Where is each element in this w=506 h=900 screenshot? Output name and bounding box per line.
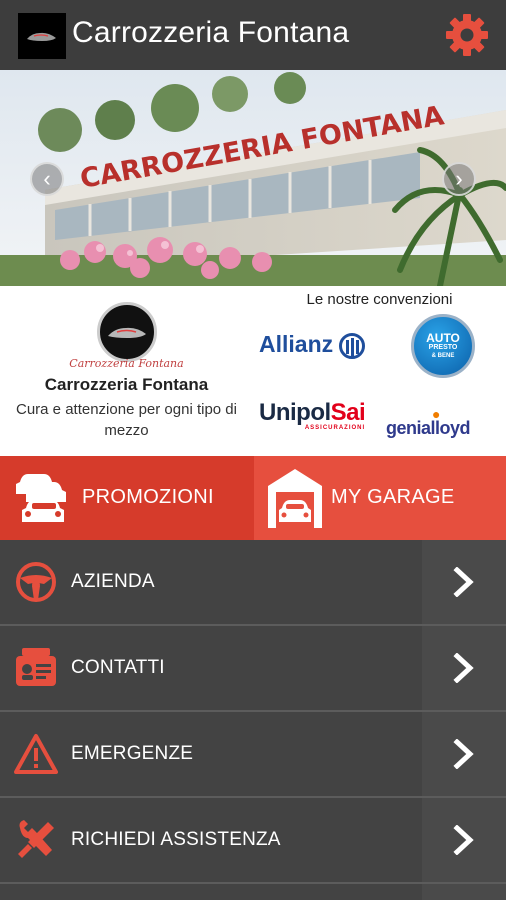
car-logo-icon xyxy=(108,327,146,338)
warning-icon xyxy=(14,734,58,774)
partners-card: Le nostre convenzioni Allianz AUTO PREST… xyxy=(253,286,506,456)
building-photo: CARROZZERIA FONTANA xyxy=(0,70,506,286)
chevron-right-icon xyxy=(453,567,474,597)
menu-item-arrow[interactable] xyxy=(422,798,506,882)
menu-item-label: RICHIEDI ASSISTENZA xyxy=(71,829,281,850)
menu-item-arrow[interactable] xyxy=(422,626,506,710)
menu-item-label: EMERGENZE xyxy=(71,743,194,764)
allianz-logo: Allianz xyxy=(259,331,366,359)
menu-item-arrow[interactable] xyxy=(422,712,506,796)
company-logo xyxy=(97,302,157,362)
menu-item-azienda[interactable]: AZIENDA xyxy=(0,540,506,626)
car-logo-icon xyxy=(27,32,56,41)
partners-title: Le nostre convenzioni xyxy=(306,291,453,308)
menu-item-arrow[interactable] xyxy=(422,884,506,900)
unipolsai-logo: UnipolSai ASSICURAZIONI xyxy=(259,399,366,431)
info-section: Carrozzeria Fontana Carrozzeria Fontana … xyxy=(0,286,506,456)
menu-item-more[interactable] xyxy=(0,884,506,900)
chevron-right-icon xyxy=(453,825,474,855)
settings-button[interactable] xyxy=(442,10,492,60)
allianz-mark-icon xyxy=(339,332,366,359)
chevron-right-icon xyxy=(453,653,474,683)
my-garage-tile[interactable]: MY GARAGE xyxy=(254,456,506,540)
page-title: Carrozzeria Fontana xyxy=(72,16,350,49)
app-header: Carrozzeria Fontana xyxy=(0,0,506,70)
genialloyd-logo: ● genialloyd xyxy=(386,406,471,438)
chevron-right-icon: › xyxy=(455,166,463,191)
company-card: Carrozzeria Fontana Carrozzeria Fontana … xyxy=(0,286,253,456)
hero-carousel[interactable]: CARROZZERIA FONTANA ‹ › xyxy=(0,70,506,286)
company-name: Carrozzeria Fontana xyxy=(44,375,209,394)
gear-icon xyxy=(446,14,488,56)
menu-item-arrow[interactable] xyxy=(422,540,506,624)
auto-presto-bene-logo: AUTO PRESTO & BENE xyxy=(411,314,475,378)
app-root: Carrozzeria Fontana CARROZZERIA FONTANA … xyxy=(0,0,506,900)
menu-item-label: AZIENDA xyxy=(71,571,155,592)
company-script-name: Carrozzeria Fontana xyxy=(69,357,184,370)
chevron-left-icon: ‹ xyxy=(43,166,51,191)
company-tagline: Cura e attenzione per ogni tipo di mezzo xyxy=(16,401,237,439)
menu-item-richiedi-assistenza[interactable]: RICHIEDI ASSISTENZA xyxy=(0,798,506,884)
carousel-prev-button[interactable]: ‹ xyxy=(30,162,64,196)
tools-icon xyxy=(18,820,54,858)
garage-icon xyxy=(268,469,322,528)
chevron-right-icon xyxy=(453,739,474,769)
steering-wheel-icon xyxy=(16,562,56,602)
my-garage-label: MY GARAGE xyxy=(331,486,455,508)
promotions-tile[interactable]: PROMOZIONI xyxy=(0,456,254,540)
carousel-next-button[interactable]: › xyxy=(442,162,476,196)
menu-item-contatti[interactable]: CONTATTI xyxy=(0,626,506,712)
menu-item-label: CONTATTI xyxy=(71,657,165,678)
main-menu: AZIENDA CONTATTI EMERGENZE RICHIEDI ASSI… xyxy=(0,540,506,900)
menu-item-emergenze[interactable]: EMERGENZE xyxy=(0,712,506,798)
promotions-label: PROMOZIONI xyxy=(82,486,214,508)
cars-icon xyxy=(16,474,66,522)
contact-card-icon xyxy=(16,648,56,686)
app-logo xyxy=(18,13,66,59)
